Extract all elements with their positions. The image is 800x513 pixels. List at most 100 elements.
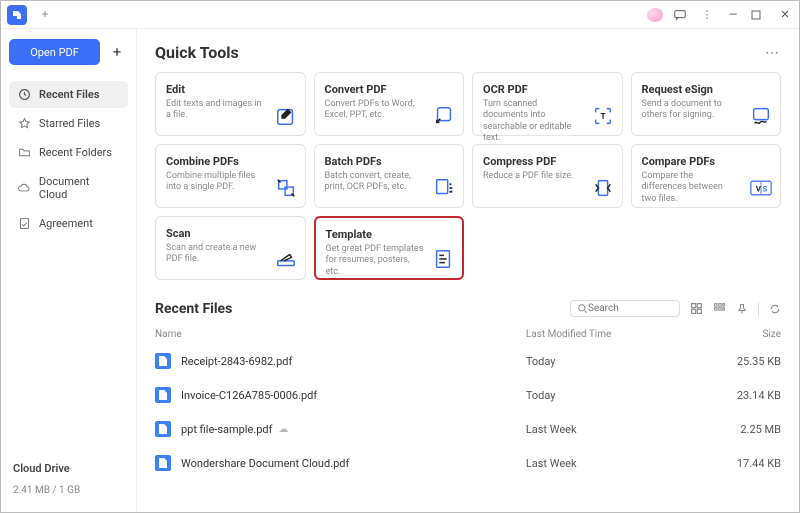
file-row[interactable]: Receipt-2843-6982.pdfToday25.35 KB xyxy=(155,344,781,378)
pin-icon[interactable] xyxy=(736,303,748,315)
sidebar-item-starred-files[interactable]: Starred Files xyxy=(9,110,128,137)
file-list: Receipt-2843-6982.pdfToday25.35 KBInvoic… xyxy=(155,344,781,480)
tool-request-esign[interactable]: Request eSign Send a document to others … xyxy=(631,72,782,136)
file-name: Wondershare Document Cloud.pdf xyxy=(181,457,349,470)
file-row[interactable]: ppt file-sample.pdf ☁ Last Week2.25 MB xyxy=(155,412,781,446)
sidebar-item-document-cloud[interactable]: Document Cloud xyxy=(9,168,128,208)
tool-label: Template xyxy=(326,228,453,241)
tool-label: OCR PDF xyxy=(483,83,612,96)
content-area: Quick Tools ⋯ Edit Edit texts and images… xyxy=(137,29,799,512)
tool-compress-pdf[interactable]: Compress PDF Reduce a PDF file size. xyxy=(472,144,623,208)
compress-icon xyxy=(592,177,614,199)
batch-icon xyxy=(433,177,455,199)
tool-convert-pdf[interactable]: Convert PDF Convert PDFs to Word, Excel,… xyxy=(314,72,465,136)
esign-icon xyxy=(750,105,772,127)
file-name: Receipt-2843-6982.pdf xyxy=(181,355,292,368)
quick-tools-grid: Edit Edit texts and images in a file. Co… xyxy=(155,72,781,280)
file-size: 25.35 KB xyxy=(721,355,781,368)
search-icon xyxy=(577,303,588,314)
grid-small-view-icon[interactable] xyxy=(713,302,726,315)
svg-text:T: T xyxy=(600,112,605,122)
tool-label: Convert PDF xyxy=(325,83,454,96)
tool-batch-pdfs[interactable]: Batch PDFs Batch convert, create, print,… xyxy=(314,144,465,208)
tool-desc: Turn scanned documents into searchable o… xyxy=(483,99,581,144)
close-button[interactable]: ✕ xyxy=(777,8,793,21)
svg-text:S: S xyxy=(763,184,768,193)
toolbar-divider xyxy=(758,302,759,316)
maximize-button[interactable] xyxy=(751,10,767,20)
tool-label: Combine PDFs xyxy=(166,155,295,168)
convert-icon xyxy=(433,105,455,127)
cloud-drive-label: Cloud Drive xyxy=(13,462,124,475)
open-pdf-button[interactable]: Open PDF xyxy=(9,39,100,65)
scan-icon xyxy=(275,249,297,271)
tool-label: Compare PDFs xyxy=(642,155,771,168)
tool-label: Batch PDFs xyxy=(325,155,454,168)
pdf-file-icon xyxy=(155,353,171,369)
tool-ocr-pdf[interactable]: OCR PDF Turn scanned documents into sear… xyxy=(472,72,623,136)
sidebar: Open PDF + Recent Files Starred Files Re… xyxy=(1,29,137,512)
chat-icon[interactable] xyxy=(673,8,689,22)
star-icon xyxy=(17,117,31,130)
document-icon xyxy=(17,217,31,230)
kebab-menu-icon[interactable]: ⋮ xyxy=(699,8,715,21)
svg-text:V: V xyxy=(756,184,761,193)
tool-edit[interactable]: Edit Edit texts and images in a file. xyxy=(155,72,306,136)
file-row[interactable]: Wondershare Document Cloud.pdfLast Week1… xyxy=(155,446,781,480)
file-name: Invoice-C126A785-0006.pdf xyxy=(181,389,317,402)
tool-desc: Get great PDF templates for resumes, pos… xyxy=(326,244,424,278)
tool-desc: Scan and create a new PDF file. xyxy=(166,243,264,266)
file-size: 17.44 KB xyxy=(721,457,781,470)
tool-desc: Combine multiple files into a single PDF… xyxy=(166,171,264,194)
tool-template[interactable]: Template Get great PDF templates for res… xyxy=(314,216,465,280)
pdf-file-icon xyxy=(155,421,171,437)
file-modified: Last Week xyxy=(526,423,721,436)
refresh-icon[interactable] xyxy=(769,303,781,315)
file-name: ppt file-sample.pdf xyxy=(181,423,272,436)
sidebar-item-recent-files[interactable]: Recent Files xyxy=(9,81,128,108)
combine-icon xyxy=(275,177,297,199)
tool-compare-pdfs[interactable]: Compare PDFs Compare the differences bet… xyxy=(631,144,782,208)
file-size: 2.25 MB xyxy=(721,423,781,436)
edit-icon xyxy=(275,105,297,127)
new-file-button[interactable]: + xyxy=(106,41,128,63)
search-input[interactable] xyxy=(588,303,673,314)
tool-desc: Edit texts and images in a file. xyxy=(166,99,264,122)
tool-label: Scan xyxy=(166,227,295,240)
tool-desc: Send a document to others for signing. xyxy=(642,99,740,122)
sidebar-item-label: Starred Files xyxy=(39,117,100,130)
tool-combine-pdfs[interactable]: Combine PDFs Combine multiple files into… xyxy=(155,144,306,208)
avatar-icon[interactable] xyxy=(647,8,663,22)
grid-large-view-icon[interactable] xyxy=(690,302,703,315)
tool-desc: Reduce a PDF file size. xyxy=(483,171,581,182)
tool-desc: Compare the differences between two file… xyxy=(642,171,740,205)
tool-scan[interactable]: Scan Scan and create a new PDF file. xyxy=(155,216,306,280)
sidebar-item-agreement[interactable]: Agreement xyxy=(9,210,128,237)
minimize-button[interactable]: — xyxy=(725,8,741,21)
pdf-file-icon xyxy=(155,387,171,403)
col-name: Name xyxy=(155,329,526,340)
cloud-drive-usage: 2.41 MB / 1 GB xyxy=(13,485,124,496)
sidebar-item-label: Recent Files xyxy=(39,88,99,101)
new-tab-button[interactable]: + xyxy=(35,5,55,25)
col-modified: Last Modified Time xyxy=(526,329,721,340)
search-input-wrapper[interactable] xyxy=(570,300,680,317)
tool-desc: Convert PDFs to Word, Excel, PPT, etc. xyxy=(325,99,423,122)
ocr-icon: T xyxy=(592,105,614,127)
tool-label: Request eSign xyxy=(642,83,771,96)
tool-desc: Batch convert, create, print, OCR PDFs, … xyxy=(325,171,423,194)
file-size: 23.14 KB xyxy=(721,389,781,402)
tool-label: Compress PDF xyxy=(483,155,612,168)
file-modified: Today xyxy=(526,389,721,402)
cloud-sync-icon: ☁ xyxy=(278,424,288,435)
file-row[interactable]: Invoice-C126A785-0006.pdf Today23.14 KB xyxy=(155,378,781,412)
tool-label: Edit xyxy=(166,83,295,96)
app-logo-icon xyxy=(7,5,27,25)
sidebar-item-recent-folders[interactable]: Recent Folders xyxy=(9,139,128,166)
sidebar-item-label: Recent Folders xyxy=(39,146,112,159)
quick-tools-heading: Quick Tools xyxy=(155,43,239,62)
file-list-header: Name Last Modified Time Size xyxy=(155,325,781,344)
folder-icon xyxy=(17,146,31,159)
quick-tools-menu-icon[interactable]: ⋯ xyxy=(765,45,781,61)
pdf-file-icon xyxy=(155,455,171,471)
